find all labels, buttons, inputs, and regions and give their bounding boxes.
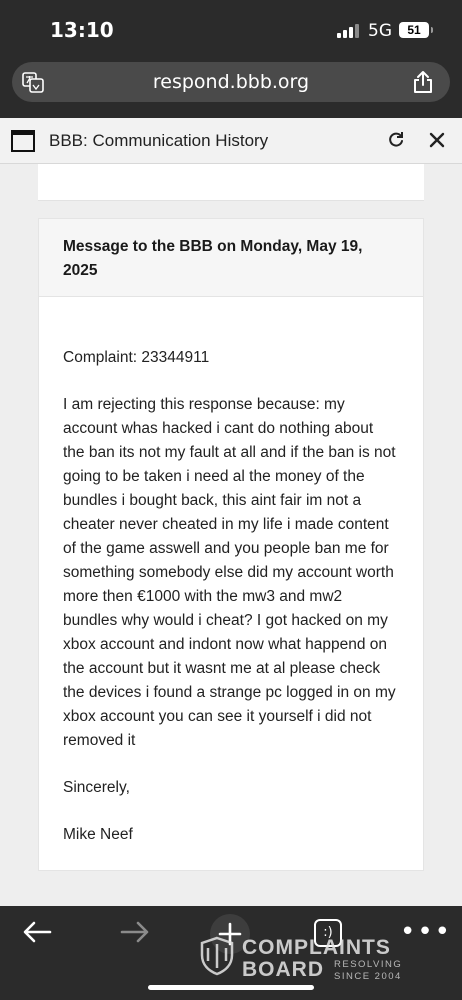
communication-history-content[interactable]: Message to the BBB on Monday, May 19, 20… (0, 164, 462, 906)
message-card: Message to the BBB on Monday, May 19, 20… (38, 218, 424, 871)
complaintsboard-watermark: COMPLAINTS BOARD RESOLVING SINCE 2004 (200, 936, 420, 984)
watermark-line2: BOARD (242, 958, 324, 981)
status-time: 13:10 (50, 18, 114, 42)
previous-message-card (38, 164, 424, 201)
close-icon[interactable] (427, 130, 447, 150)
message-signature: Mike Neef (63, 826, 133, 843)
network-label: 5G (368, 21, 392, 41)
message-body: Complaint: 23344911 I am rejecting this … (39, 297, 423, 847)
status-bar: 13:10 5G 51 (0, 0, 462, 58)
shield-logo-icon (200, 936, 234, 976)
battery-icon: 51 (399, 22, 433, 38)
watermark-tagline2: SINCE 2004 (334, 971, 402, 982)
message-header-title: Message to the BBB on Monday, May 19, 20… (63, 238, 363, 279)
home-indicator (148, 985, 314, 990)
viewer-header: BBB: Communication History (0, 118, 462, 164)
address-bar[interactable]: respond.bbb.org (12, 62, 450, 102)
back-arrow-icon[interactable] (22, 920, 54, 944)
watermark-tagline1: RESOLVING (334, 959, 403, 970)
viewer-title: BBB: Communication History (49, 131, 269, 150)
window-icon (11, 130, 35, 152)
forward-arrow-icon[interactable] (118, 920, 150, 944)
message-closing: Sincerely, (63, 779, 130, 796)
reload-icon[interactable] (386, 130, 406, 150)
share-icon[interactable] (412, 70, 434, 94)
message-header: Message to the BBB on Monday, May 19, 20… (39, 219, 423, 297)
complaint-number: Complaint: 23344911 (63, 349, 210, 366)
watermark-line1: COMPLAINTS (242, 936, 391, 959)
signal-icon (337, 24, 359, 38)
url-text[interactable]: respond.bbb.org (12, 71, 450, 93)
message-text: I am rejecting this response because: my… (63, 396, 396, 749)
